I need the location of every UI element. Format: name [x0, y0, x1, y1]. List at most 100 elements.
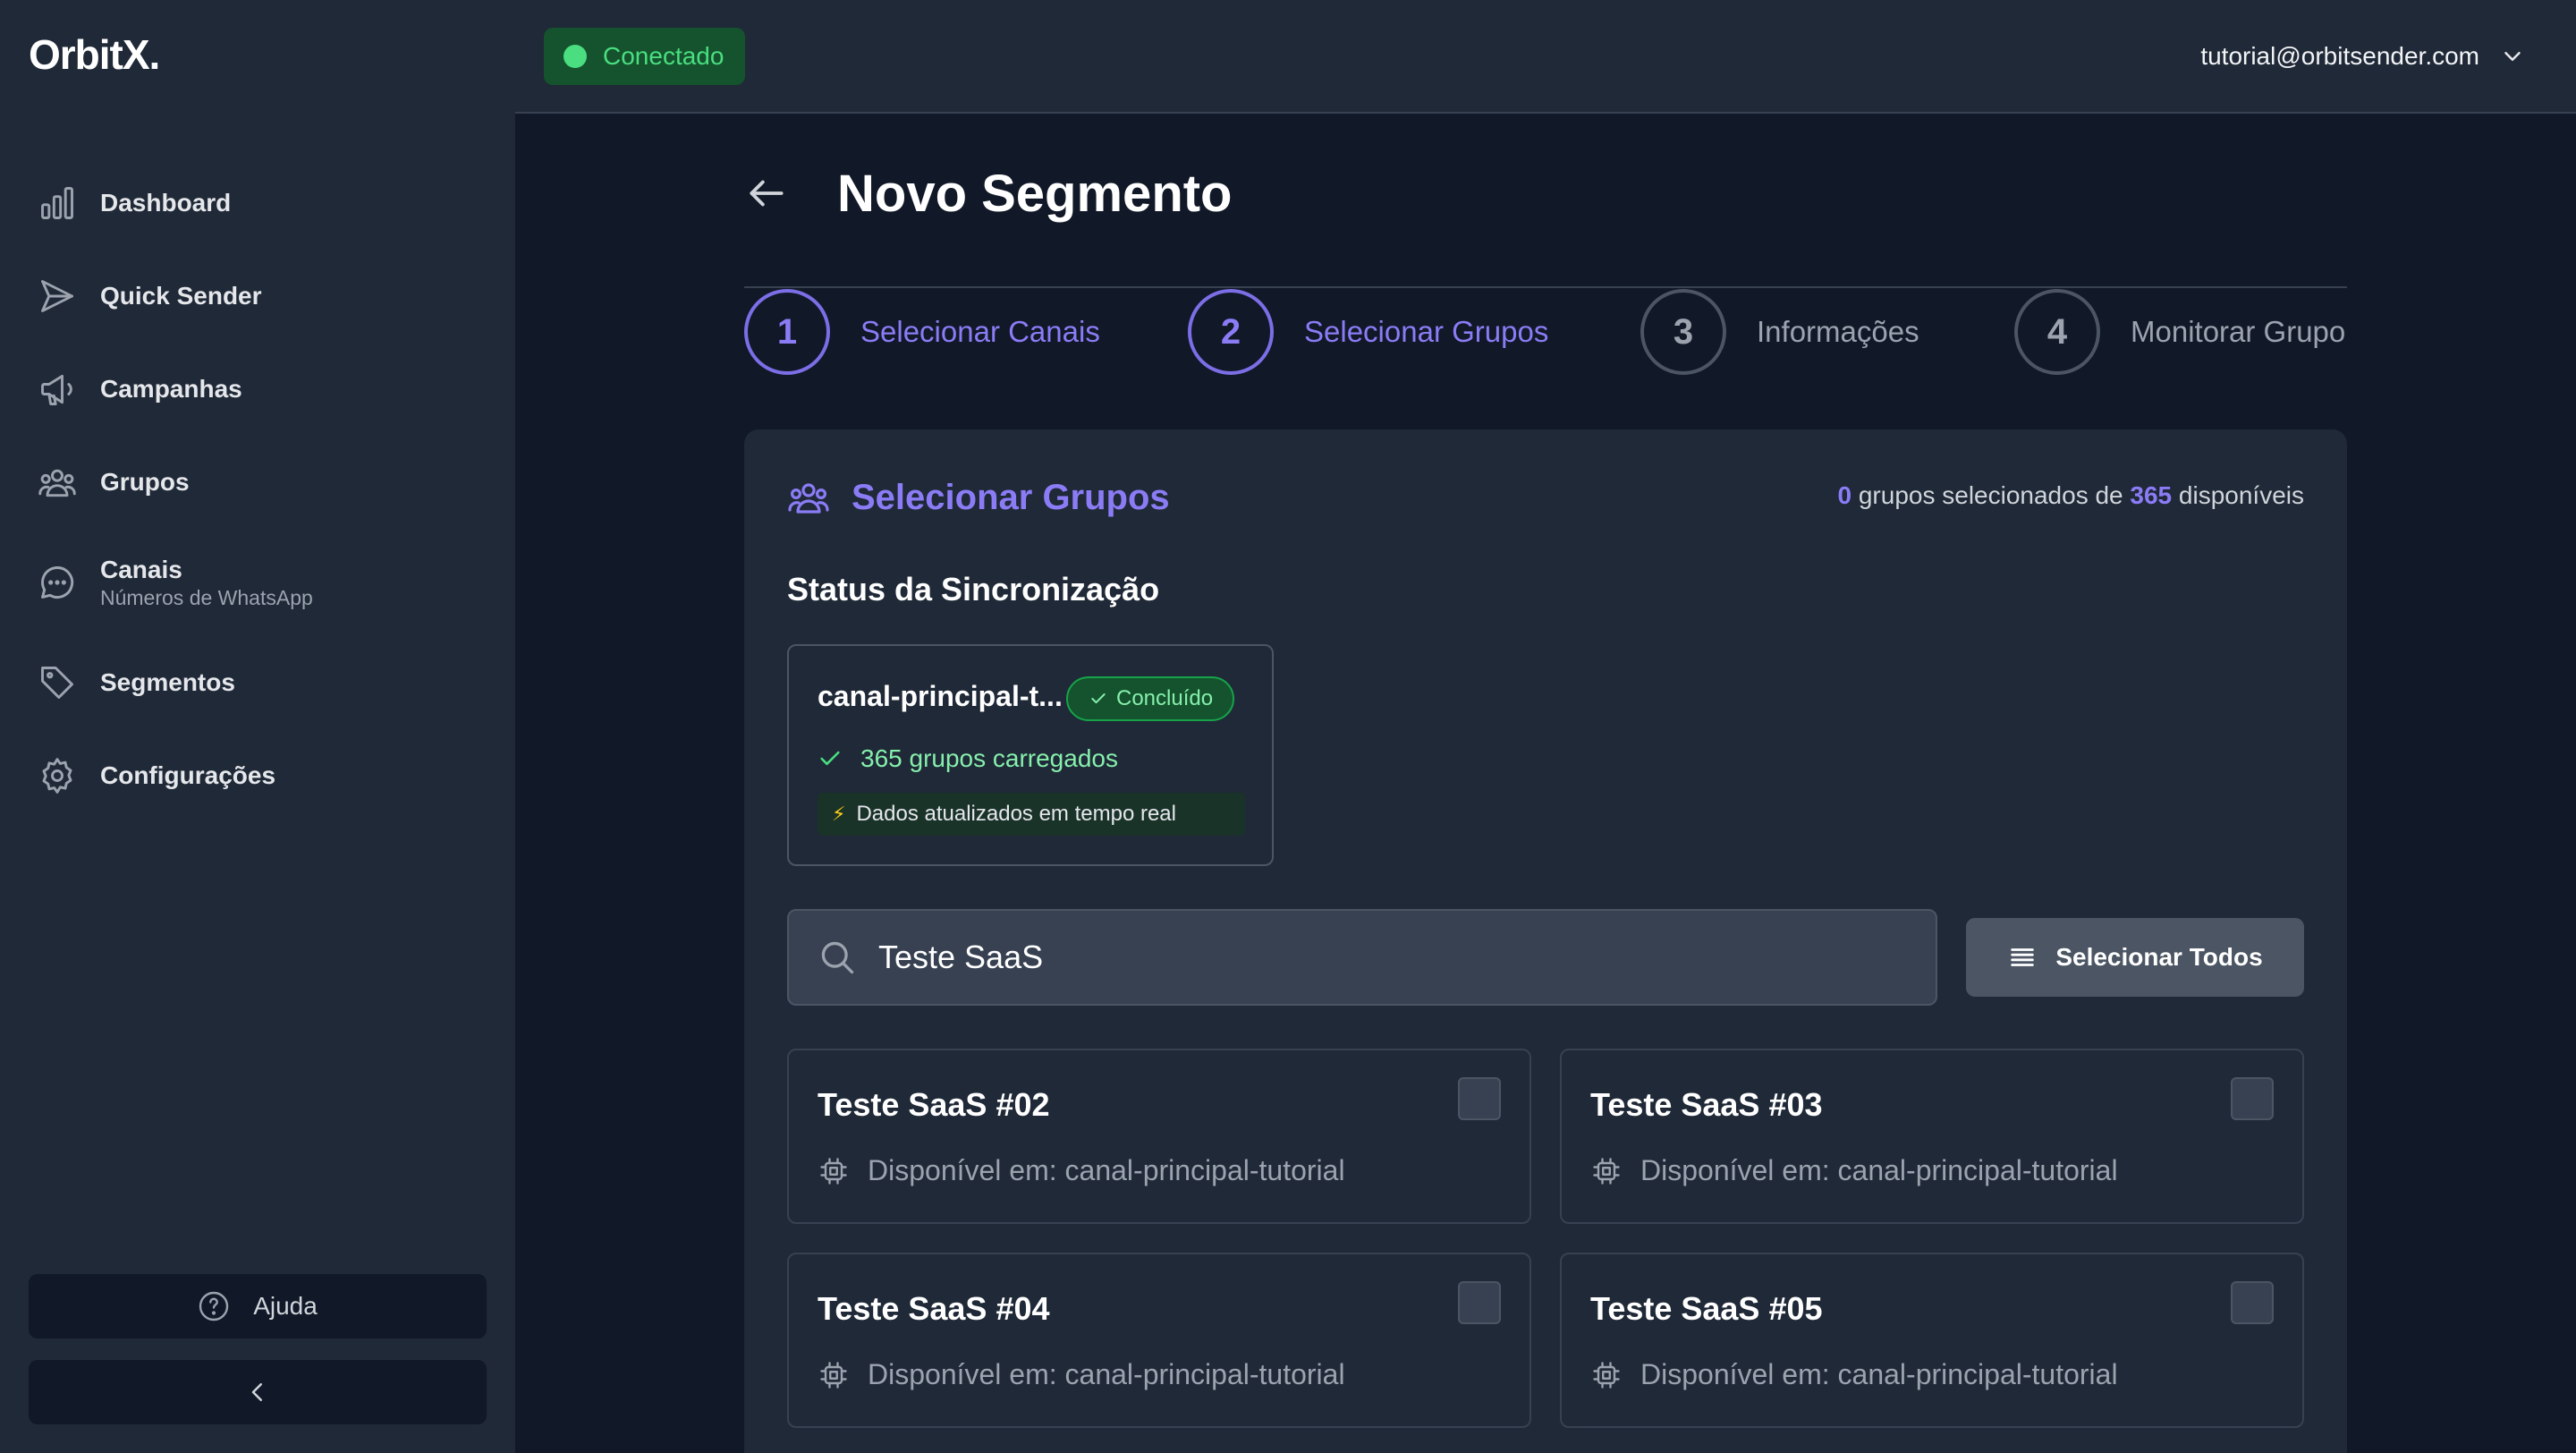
sidebar-item-label: Quick Sender — [100, 282, 262, 310]
user-menu[interactable]: tutorial@orbitsender.com — [2200, 34, 2526, 79]
group-checkbox[interactable] — [2231, 1077, 2274, 1120]
group-search-box — [787, 909, 1937, 1006]
users-icon — [787, 476, 830, 519]
group-card[interactable]: Teste SaaS #02 Disponível em: canal-prin… — [787, 1049, 1531, 1224]
group-availability: Disponível em: canal-principal-tutorial — [818, 1154, 1345, 1187]
app-logo[interactable]: OrbitX. — [29, 30, 160, 79]
chip-icon — [820, 1157, 847, 1185]
card-header: Selecionar Grupos — [787, 476, 1170, 519]
step-monitorar-grupo[interactable]: 4 Monitorar Grupo — [2014, 288, 2345, 376]
group-name: Teste SaaS #04 — [818, 1290, 1050, 1327]
chip-icon — [820, 1361, 847, 1389]
page-header: Novo Segmento — [744, 161, 1233, 225]
available-count: 365 — [2130, 481, 2173, 509]
sync-complete-badge: Concluído — [1066, 676, 1235, 721]
step-selecionar-grupos[interactable]: 2 Selecionar Grupos — [1188, 288, 1548, 376]
chat-icon — [38, 563, 77, 602]
selected-count: 0 — [1837, 481, 1852, 509]
tag-icon — [38, 663, 77, 702]
counter-suffix-text: disponíveis — [2172, 481, 2304, 509]
search-input[interactable] — [878, 939, 1862, 976]
stepper: 1 Selecionar Canais 2 Selecionar Grupos … — [744, 286, 2347, 376]
group-checkbox[interactable] — [2231, 1281, 2274, 1324]
user-email: tutorial@orbitsender.com — [2200, 42, 2479, 70]
card-title: Selecionar Grupos — [852, 477, 1170, 517]
sync-status-box: canal-principal-t... Concluído 365 grupo… — [787, 644, 1274, 866]
sidebar-item-canais[interactable]: Canais Números de WhatsApp — [0, 529, 515, 636]
selection-counter: 0 grupos selecionados de 365 disponíveis — [1838, 481, 2305, 510]
group-availability-label: Disponível em: canal-principal-tutorial — [1640, 1154, 2118, 1186]
check-icon — [1091, 693, 1106, 704]
search-icon — [821, 941, 854, 974]
sidebar-item-label: Configurações — [100, 761, 276, 789]
group-card[interactable]: Teste SaaS #03 Disponível em: canal-prin… — [1560, 1049, 2304, 1224]
sidebar-item-label: Grupos — [100, 468, 190, 496]
sidebar-nav: Dashboard Quick Sender Campanhas Grupos — [0, 157, 515, 822]
connection-status-badge: Conectado — [544, 28, 746, 85]
group-name: Teste SaaS #05 — [1590, 1290, 1823, 1327]
users-icon — [38, 463, 77, 502]
sidebar-item-label: Canais — [100, 555, 182, 583]
step-number: 1 — [744, 289, 830, 375]
group-name: Teste SaaS #03 — [1590, 1086, 1823, 1123]
gear-icon — [38, 756, 77, 795]
sidebar-item-campanhas[interactable]: Campanhas — [0, 343, 515, 436]
group-card[interactable]: Teste SaaS #04 Disponível em: canal-prin… — [787, 1253, 1531, 1428]
sidebar-item-configuracoes[interactable]: Configurações — [0, 729, 515, 822]
group-availability: Disponível em: canal-principal-tutorial — [818, 1358, 1345, 1391]
groups-loaded-label: 365 grupos carregados — [860, 744, 1118, 772]
chip-icon — [1593, 1361, 1620, 1389]
help-label: Ajuda — [253, 1292, 318, 1320]
status-dot-icon — [564, 45, 587, 68]
group-checkbox[interactable] — [1458, 1281, 1501, 1324]
sidebar-item-segmentos[interactable]: Segmentos — [0, 636, 515, 729]
collapse-sidebar-button[interactable] — [29, 1360, 487, 1424]
megaphone-icon — [38, 370, 77, 409]
group-checkbox[interactable] — [1458, 1077, 1501, 1120]
sidebar-item-label: Segmentos — [100, 668, 235, 696]
select-groups-card: Selecionar Grupos 0 grupos selecionados … — [744, 429, 2347, 1453]
step-selecionar-canais[interactable]: 1 Selecionar Canais — [744, 288, 1100, 376]
group-card[interactable]: Teste SaaS #05 Disponível em: canal-prin… — [1560, 1253, 2304, 1428]
sidebar-item-sublabel: Números de WhatsApp — [100, 585, 313, 609]
chip-icon — [1593, 1157, 1620, 1185]
connection-status-label: Conectado — [603, 42, 724, 70]
step-label: Monitorar Grupo — [2131, 315, 2346, 348]
arrow-left-icon — [750, 180, 784, 207]
question-circle-icon — [198, 1290, 230, 1322]
sync-channel-name: canal-principal-t... — [818, 680, 1063, 712]
group-availability: Disponível em: canal-principal-tutorial — [1590, 1154, 2118, 1187]
select-all-label: Selecionar Todos — [2055, 943, 2263, 971]
step-label: Informações — [1757, 315, 1919, 348]
step-label: Selecionar Grupos — [1304, 315, 1549, 348]
send-icon — [38, 276, 77, 316]
group-availability-label: Disponível em: canal-principal-tutorial — [868, 1154, 1345, 1186]
lightning-icon: ⚡ — [832, 803, 846, 825]
step-number: 4 — [2014, 289, 2100, 375]
sidebar-item-grupos[interactable]: Grupos — [0, 436, 515, 529]
group-availability-label: Disponível em: canal-principal-tutorial — [868, 1358, 1345, 1390]
select-all-button[interactable]: Selecionar Todos — [1966, 918, 2304, 997]
group-name: Teste SaaS #02 — [818, 1086, 1050, 1123]
chevron-left-icon — [251, 1383, 262, 1401]
sidebar: OrbitX. Dashboard Quick Sender Campanhas… — [0, 0, 515, 1453]
groups-loaded-status: 365 grupos carregados — [818, 744, 1118, 773]
sidebar-item-label: Campanhas — [100, 375, 242, 403]
counter-middle-text: grupos selecionados de — [1852, 481, 2131, 509]
realtime-notice: ⚡ Dados atualizados em tempo real — [818, 793, 1245, 836]
group-availability: Disponível em: canal-principal-tutorial — [1590, 1358, 2118, 1391]
step-label: Selecionar Canais — [860, 315, 1100, 348]
back-button[interactable] — [744, 161, 816, 225]
help-button[interactable]: Ajuda — [29, 1274, 487, 1338]
list-icon — [2011, 948, 2035, 966]
badge-label: Concluído — [1116, 686, 1214, 710]
sidebar-item-quick-sender[interactable]: Quick Sender — [0, 250, 515, 343]
topbar: Conectado tutorial@orbitsender.com — [515, 0, 2576, 114]
step-number: 3 — [1640, 289, 1726, 375]
sync-status-title: Status da Sincronização — [787, 571, 1160, 608]
step-number: 2 — [1188, 289, 1274, 375]
step-informacoes[interactable]: 3 Informações — [1640, 288, 1919, 376]
page-title: Novo Segmento — [837, 164, 1233, 223]
sidebar-item-dashboard[interactable]: Dashboard — [0, 157, 515, 250]
bar-chart-icon — [38, 183, 77, 223]
